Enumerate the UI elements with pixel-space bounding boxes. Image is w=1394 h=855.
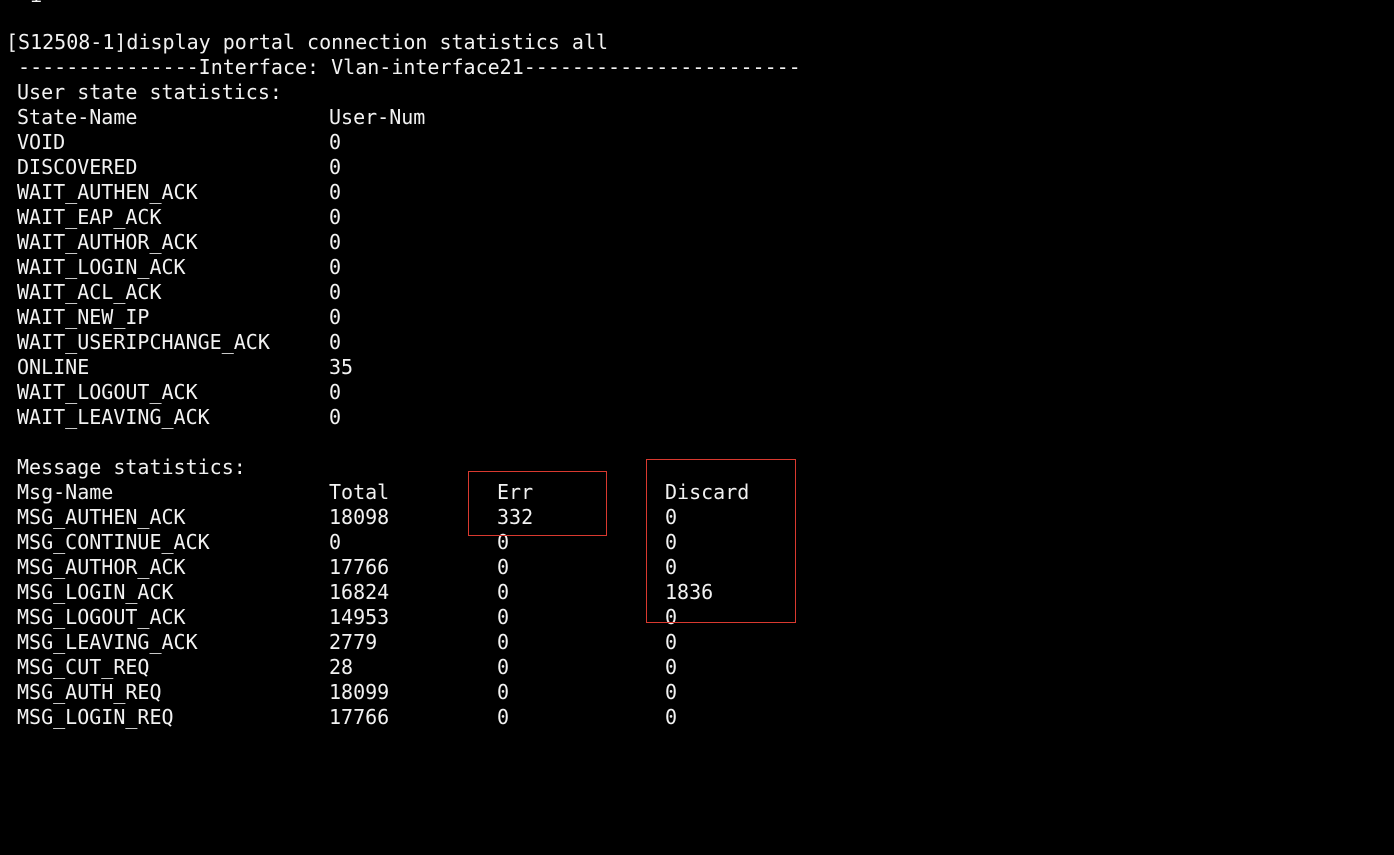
- interface-separator: ---------------Interface: Vlan-interface…: [6, 55, 801, 79]
- msg-err: 0: [497, 555, 510, 579]
- user-state-title: User state statistics:: [6, 80, 282, 105]
- user-num: 0: [329, 180, 342, 204]
- msg-err: 0: [497, 580, 510, 604]
- message-stats-header-row: Msg-Name Total Err Discard: [6, 480, 749, 505]
- msg-err: 0: [497, 605, 510, 629]
- state-name: ONLINE: [17, 355, 90, 379]
- err-highlight-box: [468, 471, 607, 536]
- message-stats-row: MSG_LOGIN_REQ 17766 0 0: [6, 705, 677, 730]
- message-stats-row: MSG_AUTH_REQ 18099 0 0: [6, 680, 677, 705]
- msg-err: 0: [497, 630, 510, 654]
- user-state-row: WAIT_LEAVING_ACK 0: [6, 405, 341, 430]
- user-num: 0: [329, 155, 342, 179]
- user-state-row: ONLINE 35: [6, 355, 353, 380]
- user-state-row: DISCOVERED 0: [6, 155, 341, 180]
- msg-name: MSG_AUTHEN_ACK: [17, 505, 186, 529]
- user-num: 0: [329, 130, 342, 154]
- state-name: WAIT_LOGOUT_ACK: [17, 380, 198, 404]
- discard-highlight-box: [646, 459, 796, 623]
- user-state-row: WAIT_NEW_IP 0: [6, 305, 341, 330]
- message-stats-title: Message statistics:: [6, 455, 246, 480]
- user-num: 0: [329, 230, 342, 254]
- msg-name: MSG_LOGIN_ACK: [17, 580, 174, 604]
- user-state-row: WAIT_AUTHEN_ACK 0: [6, 180, 341, 205]
- msg-total: 17766: [329, 705, 390, 729]
- message-stats-row: MSG_CONTINUE_ACK 0 0 0: [6, 530, 677, 555]
- msg-err: 0: [497, 705, 510, 729]
- terminal-window[interactable]: ı [S12508-1]display portal connection st…: [0, 0, 1394, 753]
- user-num: 0: [329, 280, 342, 304]
- msg-err: 0: [497, 680, 510, 704]
- msg-total: 28: [329, 655, 354, 679]
- user-state-row: WAIT_USERIPCHANGE_ACK 0: [6, 330, 341, 355]
- msg-name: MSG_AUTHOR_ACK: [17, 555, 186, 579]
- state-name: WAIT_AUTHEN_ACK: [17, 180, 198, 204]
- message-stats-row: MSG_AUTHEN_ACK 18098 332 0: [6, 505, 677, 530]
- user-state-header-row: State-Name User-Num: [6, 105, 425, 130]
- user-state-row: VOID 0: [6, 130, 341, 155]
- state-name: WAIT_LEAVING_ACK: [17, 405, 210, 429]
- state-name: WAIT_AUTHOR_ACK: [17, 230, 198, 254]
- msg-discard: 0: [665, 705, 678, 729]
- msg-total: 0: [329, 530, 342, 554]
- msg-total: 16824: [329, 580, 390, 604]
- user-state-row: WAIT_LOGOUT_ACK 0: [6, 380, 341, 405]
- message-stats-row: MSG_LEAVING_ACK 2779 0 0: [6, 630, 677, 655]
- state-name: WAIT_ACL_ACK: [17, 280, 162, 304]
- msg-err: 0: [497, 655, 510, 679]
- message-stats-title-text: Message statistics:: [17, 455, 246, 479]
- message-stats-row: MSG_CUT_REQ 28 0 0: [6, 655, 677, 680]
- user-num: 0: [329, 255, 342, 279]
- msg-name: MSG_LOGIN_REQ: [17, 705, 174, 729]
- state-name: WAIT_LOGIN_ACK: [17, 255, 186, 279]
- user-num-header: User-Num: [329, 105, 426, 129]
- state-name: DISCOVERED: [17, 155, 138, 179]
- user-num: 0: [329, 330, 342, 354]
- user-num: 0: [329, 380, 342, 404]
- user-num: 0: [329, 205, 342, 229]
- msg-total: 2779: [329, 630, 378, 654]
- message-stats-row: MSG_LOGOUT_ACK 14953 0 0: [6, 605, 677, 630]
- msg-total: 14953: [329, 605, 390, 629]
- user-num: 35: [329, 355, 354, 379]
- total-header: Total: [329, 480, 390, 504]
- state-name: WAIT_NEW_IP: [17, 305, 150, 329]
- msg-total: 18098: [329, 505, 390, 529]
- message-stats-row: MSG_LOGIN_ACK 16824 0 1836: [6, 580, 713, 605]
- msg-name: MSG_CONTINUE_ACK: [17, 530, 210, 554]
- user-state-title-text: User state statistics:: [17, 80, 282, 104]
- msg-discard: 0: [665, 680, 678, 704]
- msg-name: MSG_AUTH_REQ: [17, 680, 162, 704]
- state-name: VOID: [17, 130, 66, 154]
- user-num: 0: [329, 405, 342, 429]
- msg-total: 18099: [329, 680, 390, 704]
- msg-name: MSG_LOGOUT_ACK: [17, 605, 186, 629]
- command-line: [S12508-1]display portal connection stat…: [6, 30, 609, 54]
- user-state-row: WAIT_LOGIN_ACK 0: [6, 255, 341, 280]
- user-state-row: WAIT_ACL_ACK 0: [6, 280, 341, 305]
- state-name: WAIT_EAP_ACK: [17, 205, 162, 229]
- msg-name-header: Msg-Name: [17, 480, 114, 504]
- msg-discard: 0: [665, 655, 678, 679]
- msg-name: MSG_LEAVING_ACK: [17, 630, 198, 654]
- user-num: 0: [329, 305, 342, 329]
- msg-total: 17766: [329, 555, 390, 579]
- msg-discard: 0: [665, 630, 678, 654]
- msg-name: MSG_CUT_REQ: [17, 655, 150, 679]
- user-state-row: WAIT_EAP_ACK 0: [6, 205, 341, 230]
- user-state-row: WAIT_AUTHOR_ACK 0: [6, 230, 341, 255]
- state-name: WAIT_USERIPCHANGE_ACK: [17, 330, 270, 354]
- state-name-header: State-Name: [17, 105, 138, 129]
- partial-top-line: ı: [6, 0, 42, 8]
- message-stats-row: MSG_AUTHOR_ACK 17766 0 0: [6, 555, 677, 580]
